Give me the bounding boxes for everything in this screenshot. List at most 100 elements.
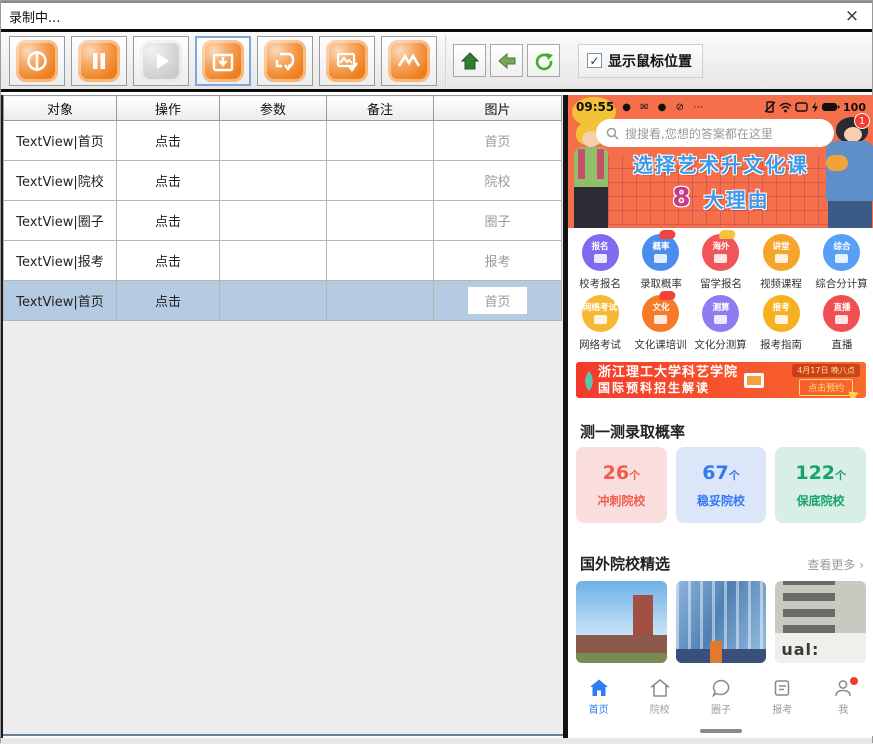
quick-link-study-abroad[interactable]: 海外 留学报名 bbox=[691, 234, 751, 291]
table-row[interactable]: TextView|圈子 点击 圈子 bbox=[4, 201, 562, 241]
cell-param[interactable] bbox=[220, 241, 327, 281]
col-header-param[interactable]: 参数 bbox=[220, 96, 327, 121]
view-more-link[interactable]: 查看更多 › bbox=[807, 556, 864, 573]
laurel-icon bbox=[582, 369, 596, 391]
charging-bolt-icon bbox=[811, 102, 819, 113]
quick-link-culture-score[interactable]: 测算 文化分测算 bbox=[691, 295, 751, 352]
close-icon[interactable]: × bbox=[832, 6, 872, 26]
cell-object[interactable]: TextView|首页 bbox=[4, 281, 117, 321]
col-header-image[interactable]: 图片 bbox=[434, 96, 562, 121]
image-thumbnail[interactable]: 首页 bbox=[468, 287, 526, 314]
cell-object[interactable]: TextView|首页 bbox=[4, 121, 117, 161]
refresh-icon bbox=[534, 51, 554, 71]
show-mouse-toggle[interactable]: ✓ 显示鼠标位置 bbox=[578, 44, 703, 78]
quick-link-admission-probability[interactable]: 概率 录取概率 bbox=[630, 234, 690, 291]
phone-bottom-nav: 首页 院校 圈子 报考 我 bbox=[568, 673, 873, 719]
unread-dot-badge bbox=[850, 677, 858, 685]
nav-tab-home[interactable]: 首页 bbox=[568, 673, 629, 719]
vibrate-icon bbox=[764, 101, 776, 113]
loop-check-icon bbox=[264, 40, 306, 82]
cell-param[interactable] bbox=[220, 281, 327, 321]
nav-tab-me[interactable]: 我 bbox=[813, 673, 873, 719]
play-button[interactable] bbox=[133, 36, 189, 86]
cell-object[interactable]: TextView|报考 bbox=[4, 241, 117, 281]
play-icon bbox=[140, 40, 182, 82]
safety-schools-card[interactable]: 122个 保底院校 bbox=[775, 447, 866, 523]
col-header-action[interactable]: 操作 bbox=[117, 96, 220, 121]
probability-cards: 26个 冲刺院校 67个 稳妥院校 122个 保底院校 bbox=[576, 447, 866, 523]
battery-icon bbox=[822, 102, 840, 112]
device-home-button[interactable] bbox=[453, 44, 486, 77]
window-title: 录制中... bbox=[1, 7, 60, 26]
ad-banner[interactable]: 浙江理工大学科艺学院 国际预科招生解读 4月17日 晚八点 点击预约 bbox=[576, 362, 866, 398]
table-row[interactable]: TextView|院校 点击 院校 bbox=[4, 161, 562, 201]
image-verify-button[interactable] bbox=[319, 36, 375, 86]
save-box-icon bbox=[202, 40, 244, 82]
checkbox-checked-icon[interactable]: ✓ bbox=[587, 53, 602, 68]
nav-tab-circle[interactable]: 圈子 bbox=[690, 673, 751, 719]
cursor-arrow-icon bbox=[849, 389, 861, 398]
quick-link-application-guide[interactable]: 报考 报考指南 bbox=[751, 295, 811, 352]
cell-action[interactable]: 点击 bbox=[117, 121, 220, 161]
cell-note[interactable] bbox=[327, 241, 434, 281]
quick-link-school-exam[interactable]: 报名 校考报名 bbox=[570, 234, 630, 291]
score-estimate-icon: 测算 bbox=[702, 295, 739, 332]
nav-tab-apply[interactable]: 报考 bbox=[752, 673, 813, 719]
cell-note[interactable] bbox=[327, 121, 434, 161]
chevron-right-icon: › bbox=[859, 558, 864, 572]
cell-action[interactable]: 点击 bbox=[117, 161, 220, 201]
pause-icon bbox=[78, 40, 120, 82]
cell-action[interactable]: 点击 bbox=[117, 201, 220, 241]
table-row[interactable]: TextView|报考 点击 报考 bbox=[4, 241, 562, 281]
cell-image[interactable]: 报考 bbox=[434, 241, 562, 281]
cell-image[interactable]: 圈子 bbox=[434, 201, 562, 241]
school-photo-brick-campus[interactable] bbox=[576, 581, 667, 663]
cell-param[interactable] bbox=[220, 201, 327, 241]
table-row[interactable]: TextView|首页 点击 首页 bbox=[4, 121, 562, 161]
search-icon bbox=[606, 127, 619, 140]
reach-schools-card[interactable]: 26个 冲刺院校 bbox=[576, 447, 667, 523]
col-header-note[interactable]: 备注 bbox=[327, 96, 434, 121]
quick-link-video-courses[interactable]: 讲堂 视频课程 bbox=[751, 234, 811, 291]
cell-note[interactable] bbox=[327, 161, 434, 201]
cell-note[interactable] bbox=[327, 201, 434, 241]
cell-action[interactable]: 点击 bbox=[117, 241, 220, 281]
device-back-button[interactable] bbox=[490, 44, 523, 77]
home-indicator[interactable] bbox=[700, 729, 742, 733]
quick-link-composite-score[interactable]: 综合 综合分计算 bbox=[812, 234, 872, 291]
stop-record-button[interactable] bbox=[9, 36, 65, 86]
quick-link-culture-training[interactable]: 文化 文化课培训 bbox=[630, 295, 690, 352]
cell-param[interactable] bbox=[220, 121, 327, 161]
ad-cta-button[interactable]: 点击预约 bbox=[799, 379, 853, 396]
match-schools-card[interactable]: 67个 稳妥院校 bbox=[676, 447, 767, 523]
search-bar[interactable]: 搜搜看,您想的答案都在这里 bbox=[596, 119, 834, 147]
replay-verify-button[interactable] bbox=[257, 36, 313, 86]
device-refresh-button[interactable] bbox=[527, 44, 560, 77]
school-photo-glass-building[interactable] bbox=[676, 581, 767, 663]
save-steps-button[interactable] bbox=[195, 36, 251, 86]
cell-param[interactable] bbox=[220, 161, 327, 201]
table-row-selected[interactable]: TextView|首页 点击 首页 bbox=[4, 281, 562, 321]
culture-class-icon: 文化 bbox=[642, 295, 679, 332]
school-photo-ual-building[interactable]: ual: bbox=[775, 581, 866, 663]
cell-image[interactable]: 院校 bbox=[434, 161, 562, 201]
overseas-icon: 海外 bbox=[702, 234, 739, 271]
quick-link-live[interactable]: 直播 直播 bbox=[812, 295, 872, 352]
quick-link-online-exam[interactable]: 网络考试 网络考试 bbox=[570, 295, 630, 352]
cell-object[interactable]: TextView|院校 bbox=[4, 161, 117, 201]
cell-object[interactable]: TextView|圈子 bbox=[4, 201, 117, 241]
school-outline-icon bbox=[649, 677, 671, 699]
cell-image[interactable]: 首页 bbox=[434, 281, 562, 321]
cell-image[interactable]: 首页 bbox=[434, 121, 562, 161]
waveform-icon bbox=[388, 40, 430, 82]
main-area: 对象 操作 参数 备注 图片 TextView|首页 点击 首页 bbox=[1, 95, 872, 738]
waveform-button[interactable] bbox=[381, 36, 437, 86]
cell-note[interactable] bbox=[327, 281, 434, 321]
steps-panel: 对象 操作 参数 备注 图片 TextView|首页 点击 首页 bbox=[3, 95, 563, 736]
nav-tab-schools[interactable]: 院校 bbox=[629, 673, 690, 719]
wifi-icon bbox=[779, 102, 792, 113]
pause-record-button[interactable] bbox=[71, 36, 127, 86]
col-header-object[interactable]: 对象 bbox=[4, 96, 117, 121]
cell-action[interactable]: 点击 bbox=[117, 281, 220, 321]
steps-table: 对象 操作 参数 备注 图片 TextView|首页 点击 首页 bbox=[3, 95, 562, 321]
